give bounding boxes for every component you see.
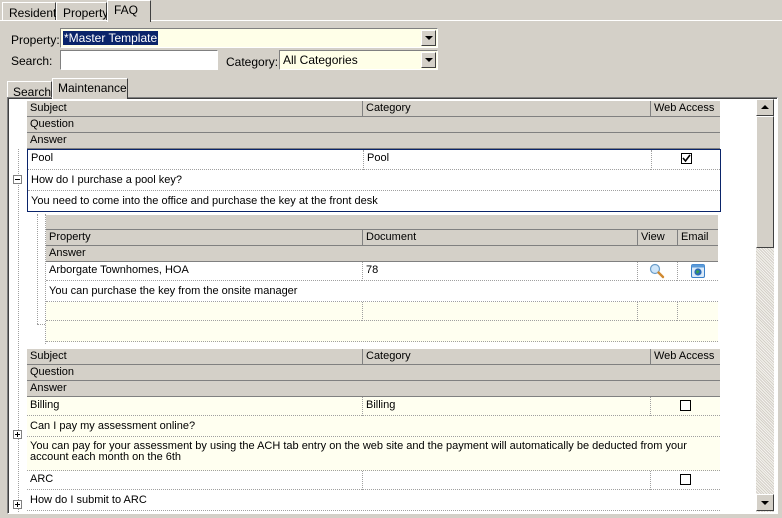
cell-answer[interactable]: You need to come into the office and pur… [28, 191, 720, 211]
globe-email-icon[interactable] [691, 264, 705, 278]
cell-subject[interactable]: Billing [27, 397, 362, 416]
child-new-row-answer[interactable] [46, 321, 718, 342]
web-access-checkbox[interactable] [681, 153, 692, 164]
checkmark-icon [682, 154, 691, 163]
cell-category[interactable]: Billing [362, 397, 650, 416]
child-header-document[interactable]: Document [362, 230, 637, 246]
tab-resident[interactable]: Resident [2, 2, 56, 21]
child-new-row-cell[interactable] [362, 302, 637, 321]
child-cell-view[interactable] [637, 262, 677, 281]
category-select-value: All Categories [283, 53, 358, 67]
cell-web-access[interactable] [651, 150, 720, 170]
tree-line [37, 324, 45, 325]
child-header-answer[interactable]: Answer [46, 246, 718, 262]
expand-icon[interactable] [13, 430, 22, 439]
child-header-email[interactable]: Email [677, 230, 718, 246]
cell-category[interactable]: Pool [363, 150, 651, 170]
scroll-up-button[interactable] [756, 99, 774, 116]
cell-subject[interactable]: ARC [27, 471, 362, 490]
cell-question[interactable]: Can I pay my assessment online? [27, 416, 720, 437]
child-new-row-cell[interactable] [637, 302, 677, 321]
header-question[interactable]: Question [27, 117, 720, 133]
faq-grid: Subject Category Web Access Question Ans… [7, 97, 778, 514]
header-subject[interactable]: Subject [27, 349, 362, 365]
child-header-view[interactable]: View [637, 230, 677, 246]
header-category[interactable]: Category [362, 349, 650, 365]
header-question[interactable]: Question [27, 365, 720, 381]
tree-line [18, 149, 19, 512]
search-label: Search: [11, 54, 53, 68]
child-cell-document[interactable]: 78 [362, 262, 637, 281]
magnifier-icon[interactable] [649, 263, 665, 279]
scroll-down-button[interactable] [756, 494, 774, 511]
cell-web-access[interactable] [650, 397, 720, 416]
child-new-row-cell[interactable] [677, 302, 718, 321]
header-subject[interactable]: Subject [27, 101, 362, 117]
cell-subject[interactable]: Pool [28, 150, 363, 170]
vertical-scrollbar[interactable] [756, 99, 774, 512]
category-select[interactable]: All Categories [279, 50, 438, 70]
cell-question[interactable]: How do I purchase a pool key? [28, 170, 720, 191]
tab-property[interactable]: Property [56, 2, 108, 21]
header-category[interactable]: Category [362, 101, 650, 117]
cell-category[interactable] [362, 471, 650, 490]
child-new-row-cell[interactable] [46, 302, 362, 321]
header-web-access[interactable]: Web Access [650, 101, 720, 117]
property-select-value: *Master Template [63, 31, 159, 45]
tab-faq[interactable]: FAQ [107, 0, 151, 22]
child-cell-email[interactable] [677, 262, 718, 281]
cell-question[interactable]: How do I submit to ARC [27, 490, 720, 511]
header-answer[interactable]: Answer [27, 381, 720, 397]
property-label: Property: [11, 33, 60, 47]
tab-maintenance[interactable]: Maintenance [52, 78, 128, 99]
web-access-checkbox[interactable] [680, 400, 691, 411]
table-row-selected[interactable]: Pool Pool How do I purchase a pool key? … [27, 149, 721, 212]
expand-icon[interactable] [13, 500, 22, 509]
child-header-property[interactable]: Property [46, 230, 362, 246]
collapse-icon[interactable] [13, 175, 22, 184]
child-groupby-band [46, 215, 718, 230]
chevron-down-icon[interactable] [421, 30, 436, 46]
chevron-down-icon[interactable] [421, 52, 436, 68]
header-answer[interactable]: Answer [27, 133, 720, 149]
web-access-checkbox[interactable] [680, 474, 691, 485]
cell-answer[interactable]: You can pay for your assessment by using… [27, 437, 720, 471]
tree-line [37, 214, 38, 324]
property-select[interactable]: *Master Template [60, 28, 438, 48]
child-cell-answer[interactable]: You can purchase the key from the onsite… [46, 281, 718, 302]
category-label: Category: [226, 55, 279, 69]
child-cell-property[interactable]: Arborgate Townhomes, HOA [46, 262, 362, 281]
search-input[interactable] [60, 50, 218, 70]
scroll-thumb[interactable] [756, 116, 774, 248]
cell-web-access[interactable] [650, 471, 720, 490]
header-web-access[interactable]: Web Access [650, 349, 720, 365]
